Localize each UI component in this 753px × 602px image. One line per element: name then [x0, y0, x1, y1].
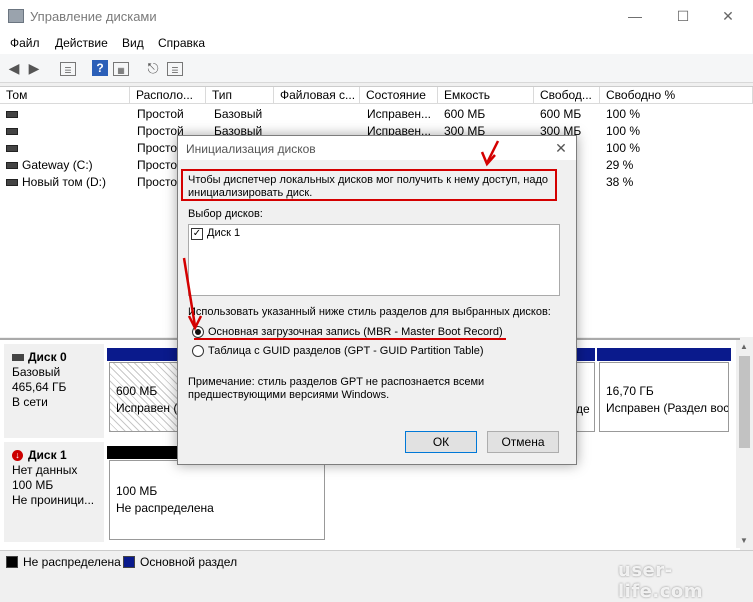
- annotation-arrows: [182, 140, 500, 331]
- arrow-to-mbr: [182, 257, 203, 331]
- arrow-to-message: [480, 140, 500, 167]
